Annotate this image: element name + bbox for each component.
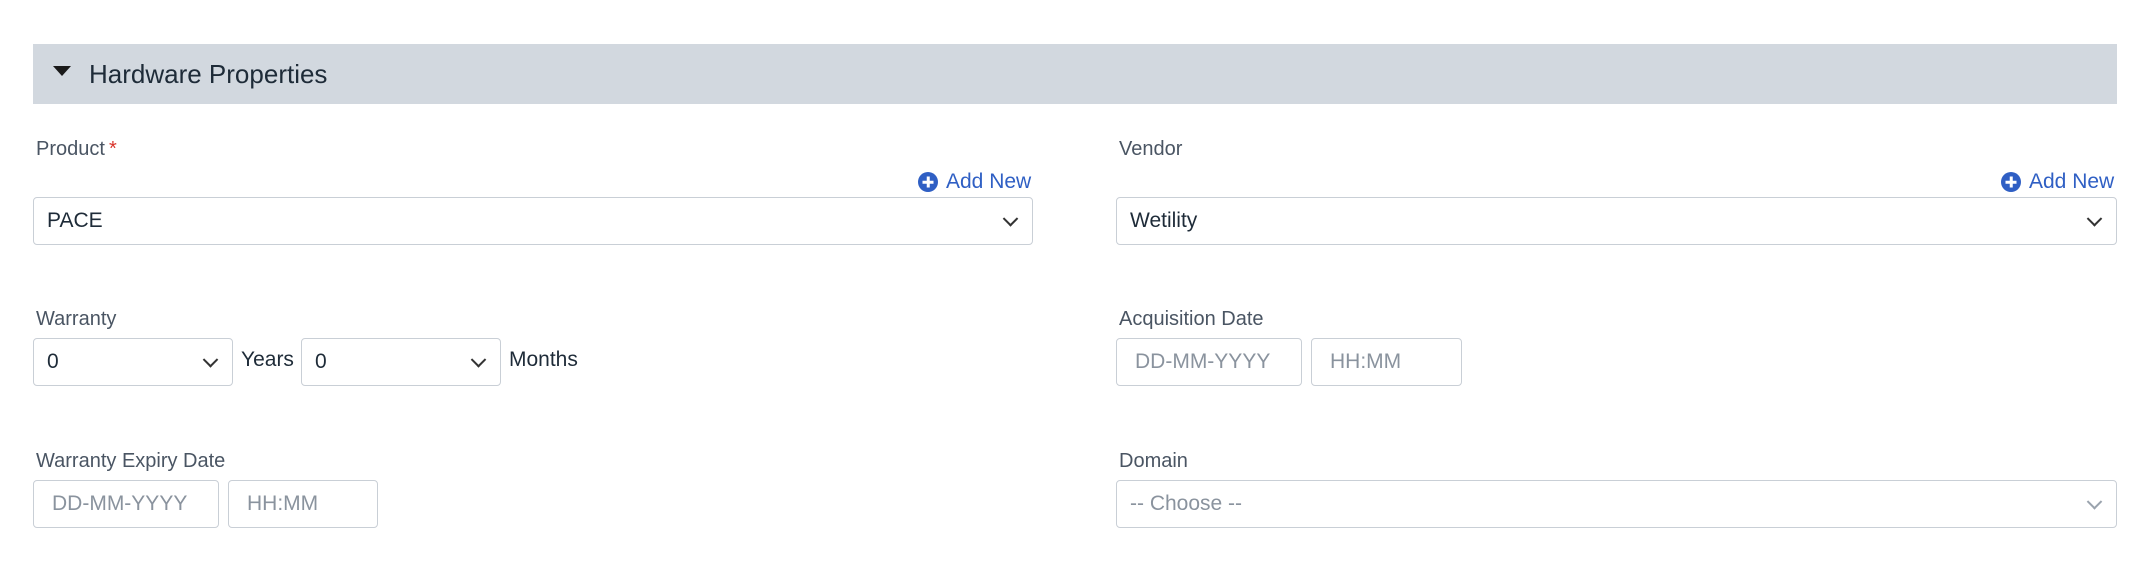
section-title: Hardware Properties: [89, 58, 328, 89]
chevron-down-icon: [202, 352, 219, 368]
chevron-down-icon: [1002, 211, 1019, 227]
vendor-select[interactable]: Wetility: [1116, 197, 2117, 245]
product-add-new-link[interactable]: Add New: [918, 170, 1031, 194]
acquisition-date-placeholder: DD-MM-YYYY: [1135, 350, 1271, 373]
chevron-down-icon: [2086, 211, 2103, 227]
warranty-months-value: 0: [315, 350, 327, 373]
vendor-add-new-link[interactable]: Add New: [2001, 170, 2114, 194]
product-add-new-label: Add New: [946, 170, 1032, 193]
product-select-value: PACE: [47, 209, 103, 232]
warranty-months-unit: Months: [509, 348, 578, 371]
warranty-months-select[interactable]: 0: [301, 338, 501, 386]
product-label-text: Product: [36, 138, 105, 160]
required-asterisk: *: [108, 138, 117, 160]
product-select[interactable]: PACE: [33, 197, 1033, 245]
caret-down-icon: [53, 66, 71, 76]
warranty-expiry-time-input[interactable]: HH:MM: [228, 480, 378, 528]
domain-label: Domain: [1119, 450, 1188, 472]
section-header-hardware-properties[interactable]: Hardware Properties: [33, 44, 2117, 104]
plus-circle-icon: [2001, 172, 2021, 192]
plus-circle-icon: [918, 172, 938, 192]
warranty-years-unit: Years: [241, 348, 294, 371]
acquisition-time-input[interactable]: HH:MM: [1311, 338, 1462, 386]
acquisition-date-input[interactable]: DD-MM-YYYY: [1116, 338, 1302, 386]
warranty-expiry-date-input[interactable]: DD-MM-YYYY: [33, 480, 219, 528]
vendor-select-value: Wetility: [1130, 209, 1198, 232]
acquisition-time-placeholder: HH:MM: [1330, 350, 1402, 373]
chevron-down-icon: [2086, 494, 2103, 510]
vendor-label: Vendor: [1119, 138, 1183, 160]
acquisition-date-label: Acquisition Date: [1119, 308, 1264, 330]
chevron-down-icon: [470, 352, 487, 368]
domain-select[interactable]: -- Choose --: [1116, 480, 2117, 528]
warranty-expiry-date-label: Warranty Expiry Date: [36, 450, 226, 472]
warranty-years-value: 0: [47, 350, 59, 373]
product-label: Product *: [36, 138, 117, 161]
domain-select-placeholder: -- Choose --: [1130, 492, 1243, 515]
warranty-expiry-time-placeholder: HH:MM: [247, 492, 319, 515]
warranty-label: Warranty: [36, 308, 117, 330]
warranty-years-select[interactable]: 0: [33, 338, 233, 386]
warranty-expiry-date-placeholder: DD-MM-YYYY: [52, 492, 188, 515]
vendor-add-new-label: Add New: [2029, 170, 2115, 193]
